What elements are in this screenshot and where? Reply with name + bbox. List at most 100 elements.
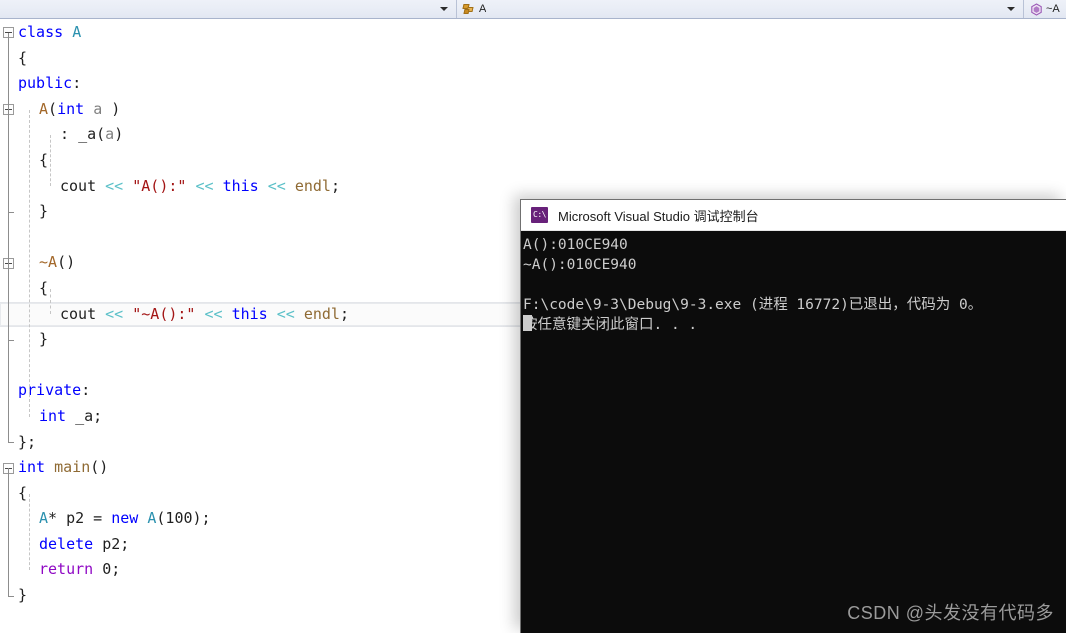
code-token: : (72, 71, 81, 97)
console-output-line: A():010CE940 (523, 235, 1066, 255)
code-token: << (205, 302, 223, 328)
fold-region-end-tick (8, 340, 14, 341)
code-token: ) (114, 122, 123, 148)
code-token: } (39, 327, 48, 353)
code-token: 0; (93, 557, 120, 583)
indent-guide-line (50, 135, 51, 186)
fold-region-end-tick (8, 442, 14, 443)
code-token: int (57, 97, 84, 123)
code-token: a (105, 122, 114, 148)
code-token (45, 455, 54, 481)
method-icon (1030, 3, 1043, 16)
fold-region-line (8, 263, 9, 340)
code-token: { (39, 148, 48, 174)
code-token: { (18, 46, 27, 72)
code-line[interactable]: A(int a ) (0, 97, 1066, 123)
type-scope-label: A (479, 3, 486, 15)
code-line[interactable]: public: (0, 71, 1066, 97)
code-token: delete (39, 532, 93, 558)
type-scope-dropdown[interactable]: A (457, 0, 1024, 18)
code-token: class (18, 20, 72, 46)
console-cursor (523, 315, 532, 331)
csdn-watermark: CSDN @头发没有代码多 (847, 599, 1054, 625)
code-token: int (39, 404, 66, 430)
code-token: << (195, 174, 213, 200)
code-line[interactable]: { (0, 46, 1066, 72)
code-token: A (72, 20, 81, 46)
code-token: ) (102, 97, 120, 123)
console-output-line: ~A():010CE940 (523, 255, 1066, 275)
code-token: "A():" (132, 174, 186, 200)
fold-region-end-tick (8, 596, 14, 597)
fold-region-line (8, 110, 9, 212)
code-line[interactable]: cout << "A():" << this << endl; (0, 174, 1066, 200)
member-scope-label: ~A (1046, 3, 1060, 15)
code-line[interactable]: : _a(a) (0, 122, 1066, 148)
class-icon (463, 3, 476, 15)
code-token: ( (96, 122, 105, 148)
code-token: int (18, 455, 45, 481)
code-token: () (57, 250, 75, 276)
indent-guide-line (50, 289, 51, 315)
code-token: cout (60, 174, 105, 200)
console-output-line (523, 275, 1066, 295)
code-token (123, 302, 132, 328)
code-token: (100); (156, 506, 210, 532)
code-token (138, 506, 147, 532)
code-token: private (18, 378, 81, 404)
type-scope-label-wrap: A (457, 3, 486, 15)
code-token: << (105, 302, 123, 328)
code-token: A (39, 506, 48, 532)
code-line[interactable]: class A (0, 20, 1066, 46)
code-token: this (223, 174, 259, 200)
code-token (123, 174, 132, 200)
chevron-down-icon[interactable] (440, 7, 448, 11)
code-token: A (39, 97, 48, 123)
code-token: main (54, 455, 90, 481)
code-token: A (147, 506, 156, 532)
indent-guide-line (29, 110, 30, 417)
code-token: } (39, 199, 48, 225)
code-token (259, 174, 268, 200)
code-token: ~A (39, 250, 57, 276)
console-app-icon: C:\ (531, 207, 548, 223)
code-token: : (81, 378, 90, 404)
console-output[interactable]: A():010CE940~A():010CE940 F:\code\9-3\De… (521, 231, 1066, 633)
code-token: << (268, 174, 286, 200)
member-scope-label-wrap: ~A (1024, 3, 1060, 16)
code-token: << (105, 174, 123, 200)
code-token: () (90, 455, 108, 481)
console-output-line: 按任意键关闭此窗口. . . (523, 315, 1066, 335)
code-token: : (60, 122, 78, 148)
code-token: a (93, 97, 102, 123)
code-token: ( (48, 97, 57, 123)
fold-region-line (8, 33, 9, 443)
code-line[interactable]: { (0, 148, 1066, 174)
code-token: ; (340, 302, 349, 328)
code-token: ; (331, 174, 340, 200)
file-scope-dropdown[interactable] (0, 0, 457, 18)
code-token: endl (295, 174, 331, 200)
code-token (214, 174, 223, 200)
code-token (268, 302, 277, 328)
code-token: return (39, 557, 93, 583)
code-token: p2; (93, 532, 129, 558)
code-token: public (18, 71, 72, 97)
code-token: * p2 = (48, 506, 111, 532)
member-scope-dropdown[interactable]: ~A (1024, 0, 1065, 18)
code-token: { (18, 481, 27, 507)
vs-code-editor-screen: A ~A class A{public:A(int a ): _a(a){cou… (0, 0, 1066, 633)
code-token: new (111, 506, 138, 532)
code-token: }; (18, 430, 36, 456)
code-token (195, 302, 204, 328)
debug-console-window[interactable]: C:\ Microsoft Visual Studio 调试控制台 A():01… (520, 199, 1066, 633)
code-token: _a; (66, 404, 102, 430)
fold-region-end-tick (8, 212, 14, 213)
console-title-bar[interactable]: C:\ Microsoft Visual Studio 调试控制台 (521, 200, 1066, 231)
code-token: "~A():" (132, 302, 195, 328)
chevron-down-icon[interactable] (1007, 7, 1015, 11)
code-token (186, 174, 195, 200)
code-token: this (232, 302, 268, 328)
code-token: endl (304, 302, 340, 328)
code-token (223, 302, 232, 328)
